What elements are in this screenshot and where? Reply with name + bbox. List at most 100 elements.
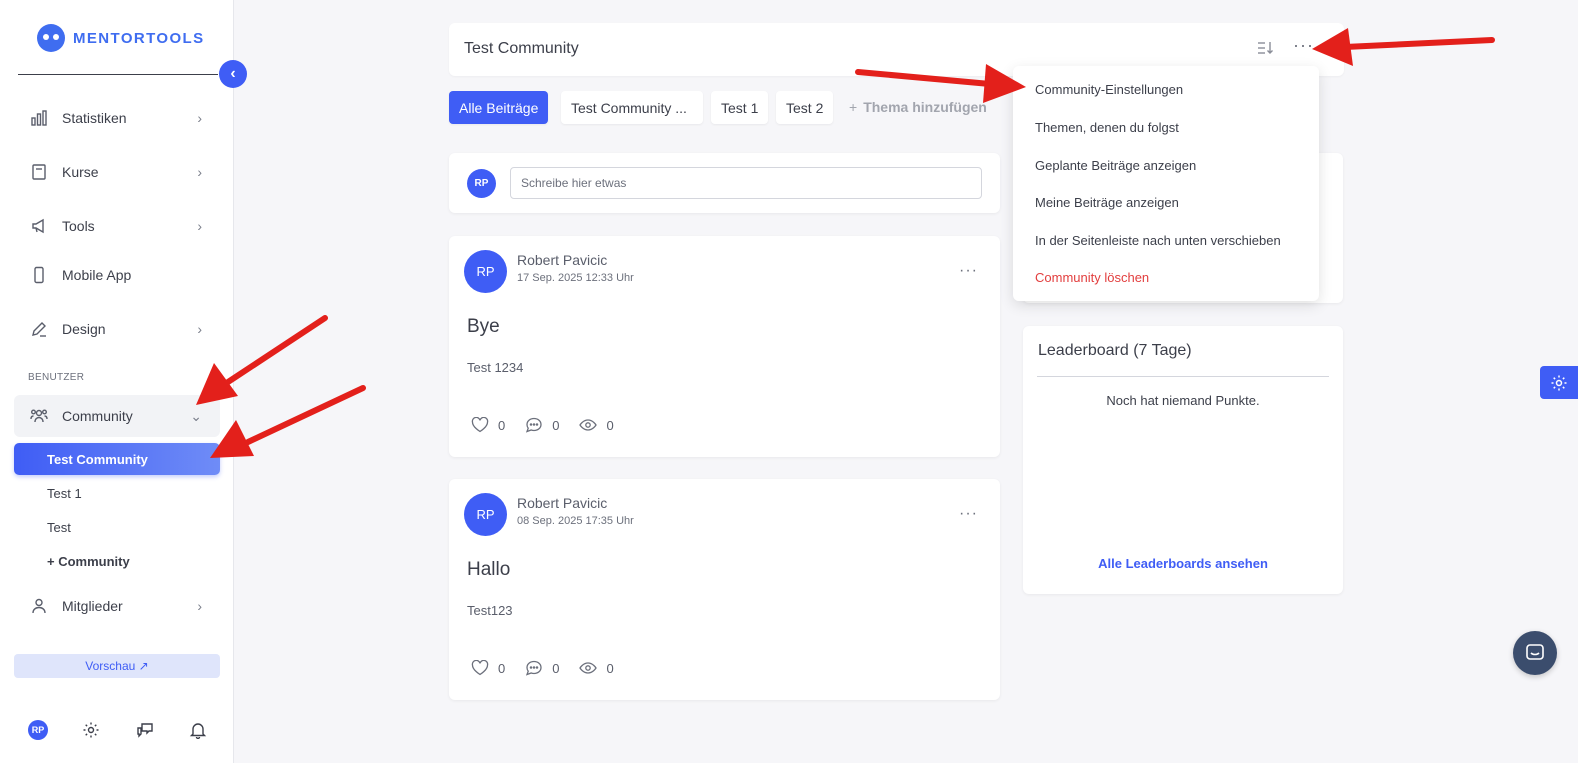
post-more-options-icon[interactable]: ··· xyxy=(959,505,978,523)
sidebar-item-mobile-app[interactable]: Mobile App xyxy=(14,254,220,296)
add-community-link[interactable]: + Community xyxy=(14,545,220,577)
settings-gear-icon[interactable] xyxy=(1540,366,1578,399)
comment-icon xyxy=(526,417,542,433)
sidebar-item-label: Statistiken xyxy=(62,110,127,126)
add-topic-label: Thema hinzufügen xyxy=(863,99,987,115)
avatar[interactable]: RP xyxy=(464,250,507,293)
sidebar-subitem-test[interactable]: Test xyxy=(14,511,220,543)
comment-button[interactable]: 0 xyxy=(525,660,559,676)
tab-test-1[interactable]: Test 1 xyxy=(711,91,769,124)
sidebar-item-label: Community xyxy=(62,408,133,424)
view-count: 0 xyxy=(606,660,614,676)
sidebar-item-label: Tools xyxy=(62,218,95,234)
chevron-right-icon: › xyxy=(197,164,202,180)
leaderboard-divider xyxy=(1037,376,1329,377)
chevron-down-icon: ⌄ xyxy=(190,407,202,424)
sidebar-subitem-test-1[interactable]: Test 1 xyxy=(14,477,220,509)
like-button[interactable]: 0 xyxy=(471,417,505,433)
chat-icon xyxy=(1526,644,1544,660)
eye-icon xyxy=(579,419,598,431)
users-group-icon xyxy=(30,407,48,425)
sidebar-item-label: Design xyxy=(62,321,106,337)
tab-test-community[interactable]: Test Community ... xyxy=(561,91,703,124)
comment-count: 0 xyxy=(552,417,560,433)
post-title[interactable]: Hallo xyxy=(467,559,510,581)
post-body: Test123 xyxy=(467,603,513,618)
post-author[interactable]: Robert Pavicic xyxy=(517,252,607,268)
avatar[interactable]: RP xyxy=(28,720,48,740)
menu-item-delete-community[interactable]: Community löschen xyxy=(1035,270,1149,285)
heart-icon xyxy=(471,417,489,433)
post-composer: RP xyxy=(449,153,1000,213)
leaderboard-title: Leaderboard (7 Tage) xyxy=(1038,342,1192,359)
add-topic-button[interactable]: + Thema hinzufügen xyxy=(849,99,987,115)
sort-icon[interactable] xyxy=(1256,39,1274,60)
post-date: 17 Sep. 2025 12:33 Uhr xyxy=(517,272,634,284)
brand-name: MENTORTOOLS xyxy=(73,29,205,47)
views: 0 xyxy=(579,660,614,676)
post-title[interactable]: Bye xyxy=(467,316,500,338)
chevron-right-icon: › xyxy=(197,321,202,337)
sidebar-item-label: Mitglieder xyxy=(62,598,123,614)
comment-count: 0 xyxy=(552,660,560,676)
chevron-right-icon: › xyxy=(197,218,202,234)
post-author[interactable]: Robert Pavicic xyxy=(517,495,607,511)
all-leaderboards-link[interactable]: Alle Leaderboards ansehen xyxy=(1023,556,1343,571)
post-stats: 0 0 0 xyxy=(471,417,634,433)
chevron-right-icon: › xyxy=(197,598,202,614)
avatar[interactable]: RP xyxy=(464,493,507,536)
book-icon xyxy=(30,163,48,181)
menu-item-my-posts[interactable]: Meine Beiträge anzeigen xyxy=(1035,195,1179,210)
bell-icon[interactable] xyxy=(188,720,208,740)
post-input[interactable] xyxy=(510,167,982,199)
pencil-edit-icon xyxy=(30,320,48,338)
plus-icon: + xyxy=(849,99,858,115)
robot-logo-icon xyxy=(37,24,65,52)
sidebar-item-design[interactable]: Design › xyxy=(14,308,220,350)
post-body: Test 1234 xyxy=(467,360,524,375)
comment-icon xyxy=(526,660,542,676)
sidebar-item-community[interactable]: Community ⌄ xyxy=(14,395,220,437)
menu-item-followed-topics[interactable]: Themen, denen du folgst xyxy=(1035,120,1179,135)
more-options-icon[interactable]: ··· xyxy=(1293,35,1314,56)
sidebar-divider xyxy=(18,74,218,75)
user-icon xyxy=(30,597,48,615)
like-button[interactable]: 0 xyxy=(471,660,505,676)
sidebar-item-tools[interactable]: Tools › xyxy=(14,205,220,247)
menu-item-move-down[interactable]: In der Seitenleiste nach unten verschieb… xyxy=(1035,233,1281,248)
comment-button[interactable]: 0 xyxy=(525,417,559,433)
post-stats: 0 0 0 xyxy=(471,660,634,676)
sidebar-item-kurse[interactable]: Kurse › xyxy=(14,151,220,193)
bar-chart-icon xyxy=(30,109,48,127)
heart-icon xyxy=(471,660,489,676)
view-count: 0 xyxy=(606,417,614,433)
leaderboard-card: Leaderboard (7 Tage) Noch hat niemand Pu… xyxy=(1023,326,1343,594)
leaderboard-empty-text: Noch hat niemand Punkte. xyxy=(1106,393,1260,408)
sidebar-item-statistiken[interactable]: Statistiken › xyxy=(14,97,220,139)
like-count: 0 xyxy=(498,660,506,676)
tab-alle-beitraege[interactable]: Alle Beiträge xyxy=(449,91,549,124)
menu-item-community-settings[interactable]: Community-Einstellungen xyxy=(1035,82,1183,97)
chevron-right-icon: › xyxy=(197,110,202,126)
preview-button[interactable]: Vorschau ↗ xyxy=(14,654,220,678)
post-card: RP Robert Pavicic 08 Sep. 2025 17:35 Uhr… xyxy=(449,479,1000,700)
brand-logo[interactable]: MENTORTOOLS xyxy=(37,24,205,52)
megaphone-icon xyxy=(30,217,48,235)
collapse-sidebar-button[interactable]: ‹ xyxy=(219,60,247,88)
avatar: RP xyxy=(467,169,496,198)
support-chat-button[interactable] xyxy=(1513,631,1557,675)
post-more-options-icon[interactable]: ··· xyxy=(959,262,978,280)
like-count: 0 xyxy=(498,417,506,433)
post-date: 08 Sep. 2025 17:35 Uhr xyxy=(517,515,634,527)
chat-bubbles-icon[interactable] xyxy=(135,720,155,740)
sidebar-subitem-test-community[interactable]: Test Community xyxy=(14,443,220,475)
sidebar-item-mitglieder[interactable]: Mitglieder › xyxy=(14,585,220,627)
eye-icon xyxy=(579,662,598,674)
sidebar-item-label: Mobile App xyxy=(62,267,132,283)
page-title: Test Community xyxy=(464,40,579,57)
sidebar: MENTORTOOLS Statistiken › Kurse › Tools … xyxy=(0,0,234,763)
settings-gear-icon[interactable] xyxy=(81,720,101,740)
tab-test-2[interactable]: Test 2 xyxy=(776,91,834,124)
menu-item-scheduled-posts[interactable]: Geplante Beiträge anzeigen xyxy=(1035,158,1196,173)
views: 0 xyxy=(579,417,614,433)
